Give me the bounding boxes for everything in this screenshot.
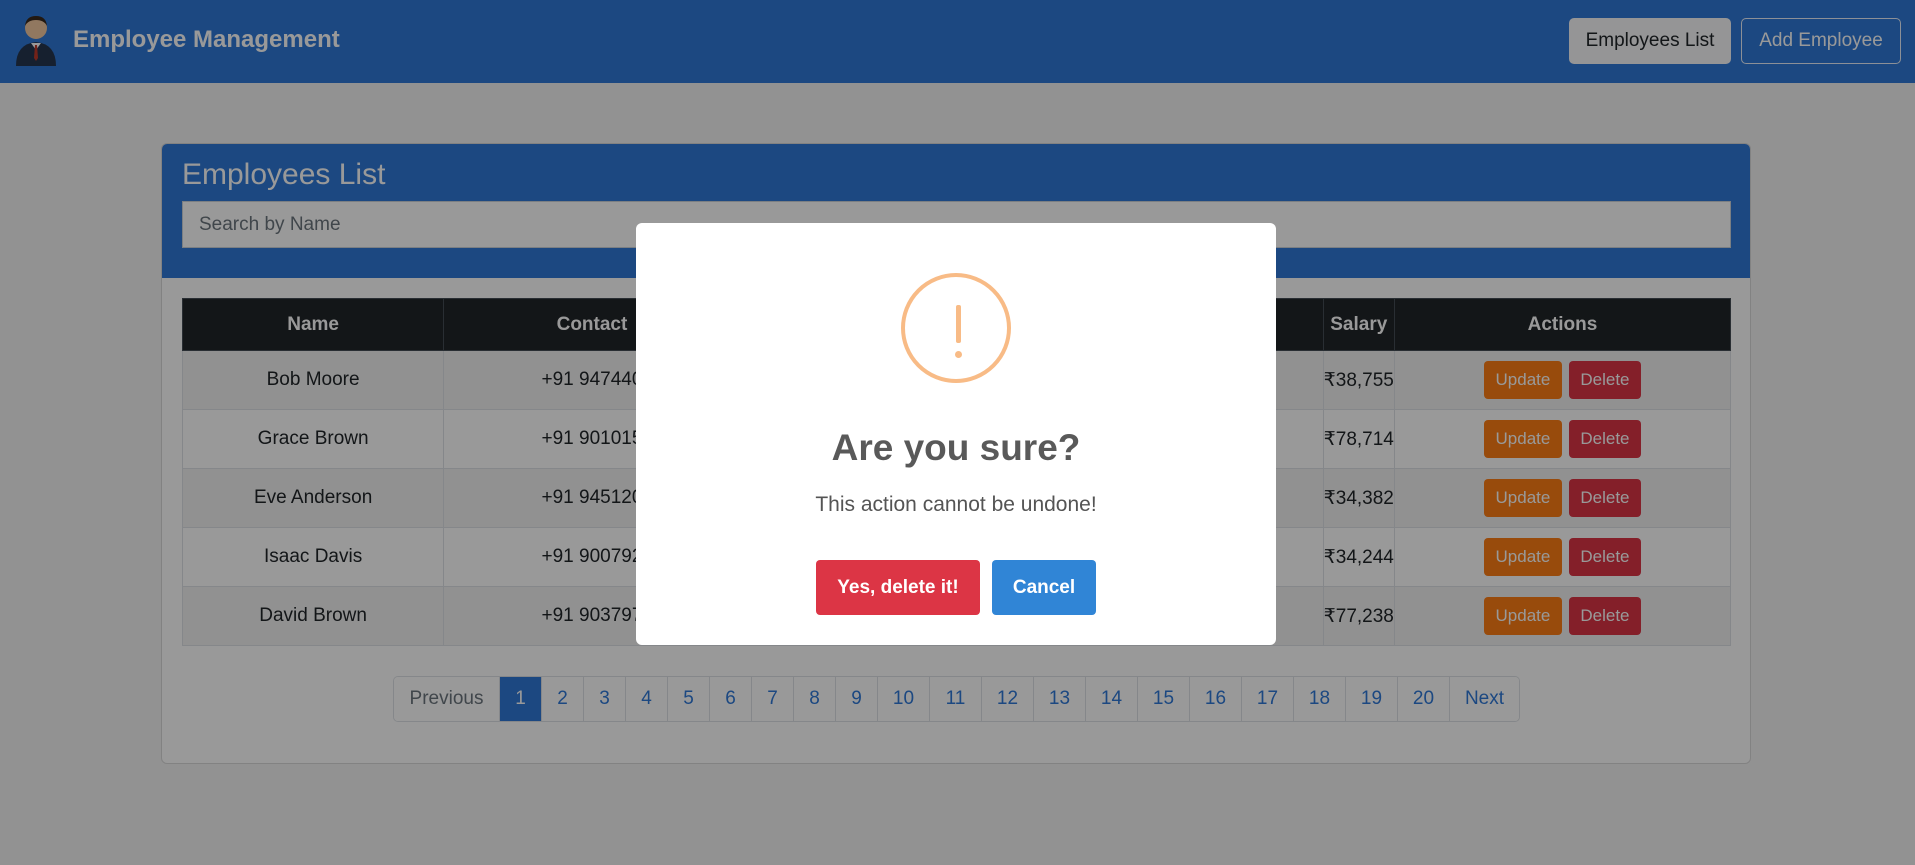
dialog-title: Are you sure?: [831, 427, 1081, 468]
dialog-message: This action cannot be undone!: [815, 493, 1097, 516]
confirm-delete-button[interactable]: Yes, delete it!: [816, 560, 980, 615]
confirm-dialog: Are you sure? This action cannot be undo…: [636, 223, 1276, 645]
warning-icon: [901, 273, 1011, 383]
cancel-button[interactable]: Cancel: [992, 560, 1096, 615]
